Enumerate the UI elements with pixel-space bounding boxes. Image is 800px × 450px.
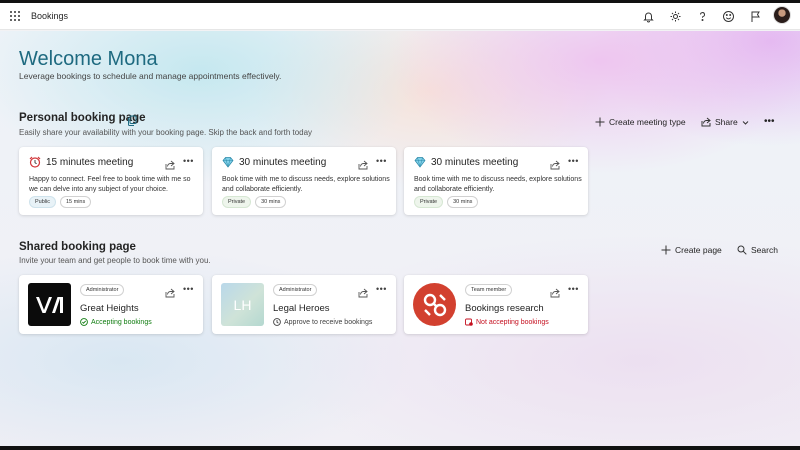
great-heights-logo — [28, 283, 71, 326]
meeting-card-tags: Public 15 mins — [29, 196, 92, 208]
meeting-card-description: Book time with me to discuss needs, expl… — [414, 176, 582, 193]
clock-icon — [273, 318, 281, 326]
main-content — [0, 31, 800, 446]
search-label: Search — [751, 245, 778, 255]
role-badge: Team member — [465, 284, 513, 296]
meeting-type-card[interactable]: 15 minutes meeting ••• Happy to connect.… — [19, 147, 203, 215]
bottom-frame-edge — [0, 446, 800, 450]
card-more-button[interactable]: ••• — [568, 157, 579, 166]
meeting-card-tags: Private 30 mins — [414, 196, 479, 208]
page-subtitle: Leverage bookings to schedule and manage… — [19, 71, 282, 81]
status-indicator: Approve to receive bookings — [273, 318, 372, 326]
role-badge: Administrator — [80, 284, 125, 296]
app-header: Bookings — [0, 3, 800, 30]
status-text: Accepting bookings — [91, 318, 152, 326]
avatar[interactable] — [773, 6, 791, 24]
meeting-card-title-text: 30 minutes meeting — [431, 156, 519, 168]
create-page-button[interactable]: Create page — [661, 245, 722, 255]
meeting-card-tags: Private 30 mins — [222, 196, 287, 208]
meeting-card-title: 30 minutes meeting — [222, 156, 326, 168]
alarm-clock-icon — [29, 156, 41, 168]
more-options-button[interactable]: ••• — [764, 116, 775, 127]
meeting-type-card[interactable]: 30 minutes meeting ••• Book time with me… — [404, 147, 588, 215]
gem-icon — [222, 157, 234, 168]
duration-badge: 30 mins — [255, 196, 287, 208]
share-icon[interactable] — [358, 157, 368, 170]
calendar-blocked-icon — [465, 318, 473, 326]
meeting-card-description: Happy to connect. Feel free to book time… — [29, 176, 191, 193]
visibility-badge: Private — [414, 196, 444, 208]
flag-icon[interactable] — [749, 10, 762, 23]
smiley-icon[interactable] — [722, 10, 735, 23]
app-title: Bookings — [31, 11, 69, 21]
share-icon[interactable] — [550, 157, 560, 170]
help-icon[interactable] — [696, 10, 709, 23]
bell-icon[interactable] — [642, 10, 655, 23]
status-text: Approve to receive bookings — [284, 318, 373, 326]
create-page-label: Create page — [675, 245, 722, 255]
meeting-card-title-text: 15 minutes meeting — [46, 156, 134, 168]
chevron-down-icon — [742, 120, 749, 125]
share-icon[interactable] — [550, 285, 560, 298]
page-title: Welcome Mona — [19, 48, 158, 70]
status-indicator: Accepting bookings — [80, 318, 152, 326]
share-button[interactable]: Share — [701, 117, 749, 127]
meeting-card-title: 15 minutes meeting — [29, 156, 133, 168]
meeting-card-description: Book time with me to discuss needs, expl… — [222, 176, 390, 193]
meeting-card-title: 30 minutes meeting — [414, 156, 518, 168]
legal-heroes-logo: LH — [221, 283, 264, 326]
status-text: Not accepting bookings — [476, 318, 549, 326]
search-icon — [737, 245, 747, 255]
gem-icon — [414, 157, 426, 168]
visibility-badge: Public — [29, 196, 56, 208]
shared-page-name: Legal Heroes — [273, 303, 330, 314]
app-launcher-icon[interactable] — [9, 10, 21, 22]
share-icon[interactable] — [165, 157, 175, 170]
card-more-button[interactable]: ••• — [183, 285, 194, 294]
card-more-button[interactable]: ••• — [376, 157, 387, 166]
search-button[interactable]: Search — [737, 245, 778, 255]
shared-page-card[interactable]: Team member ••• Bookings research Not ac… — [404, 275, 588, 334]
shared-section-title: Shared booking page — [19, 241, 136, 253]
shared-page-card[interactable]: LH Administrator ••• Legal Heroes Approv… — [212, 275, 396, 334]
visibility-badge: Private — [222, 196, 252, 208]
card-more-button[interactable]: ••• — [183, 157, 194, 166]
plus-icon — [661, 245, 671, 255]
create-meeting-type-button[interactable]: Create meeting type — [595, 117, 686, 127]
bookings-research-logo — [413, 283, 456, 326]
plus-icon — [595, 117, 605, 127]
status-indicator: Not accepting bookings — [465, 318, 549, 326]
copy-icon[interactable] — [127, 113, 137, 126]
share-label: Share — [715, 117, 738, 127]
shared-section-subtitle: Invite your team and get people to book … — [19, 256, 211, 265]
personal-section-subtitle: Easily share your availability with your… — [19, 128, 313, 137]
meeting-type-card[interactable]: 30 minutes meeting ••• Book time with me… — [212, 147, 396, 215]
shared-page-name: Bookings research — [465, 303, 544, 314]
duration-badge: 30 mins — [447, 196, 479, 208]
duration-badge: 15 mins — [59, 196, 92, 208]
share-icon — [701, 117, 711, 127]
gear-icon[interactable] — [669, 10, 682, 23]
card-more-button[interactable]: ••• — [376, 285, 387, 294]
share-icon[interactable] — [165, 285, 175, 298]
meeting-card-title-text: 30 minutes meeting — [239, 156, 327, 168]
card-more-button[interactable]: ••• — [568, 285, 579, 294]
create-meeting-type-label: Create meeting type — [609, 117, 686, 127]
shared-page-name: Great Heights — [80, 303, 139, 314]
check-circle-icon — [80, 318, 88, 326]
role-badge: Administrator — [273, 284, 318, 296]
shared-page-card[interactable]: Administrator ••• Great Heights Acceptin… — [19, 275, 203, 334]
share-icon[interactable] — [358, 285, 368, 298]
